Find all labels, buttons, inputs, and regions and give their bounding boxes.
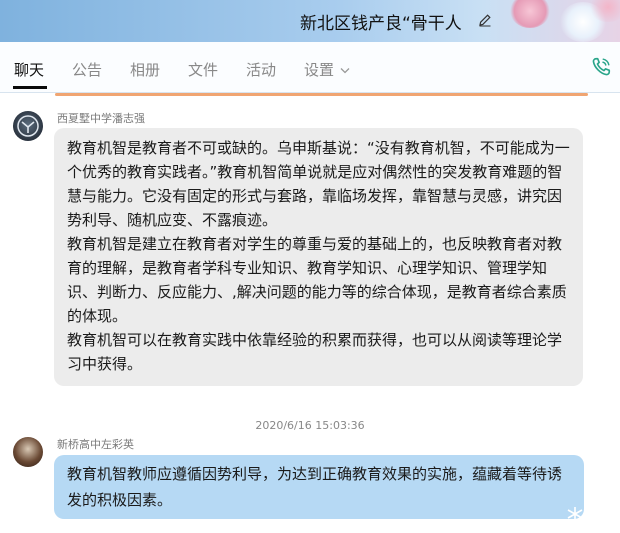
chat-area[interactable]: 西夏墅中学潘志强 教育机智是教育者不可或缺的。乌申斯基说：“没有教育机智，不可能… [0, 96, 620, 533]
tab-chat[interactable]: 聊天 [14, 59, 44, 80]
sender-name[interactable]: 西夏墅中学潘志强 [57, 110, 145, 126]
decor-flower [510, 0, 550, 28]
snowflake-decoration-icon [567, 507, 583, 521]
message-paragraph: 教育机智是建立在教育者对学生的尊重与爱的基础上的，也反映教育者对教育的理解，是教… [67, 235, 567, 325]
avatar-emblem-icon [17, 115, 39, 137]
message-timestamp: 2020/6/16 15:03:36 [255, 419, 365, 432]
tab-settings-label: 设置 [304, 61, 335, 79]
tab-announcements[interactable]: 公告 [72, 59, 102, 80]
group-title[interactable]: 新北区钱产良“骨干人 [300, 9, 462, 34]
message-paragraph: 教育机智可以在教育实践中依靠经验的积累而获得，也可以从阅读等理论学习中获得。 [67, 331, 563, 373]
tab-activities[interactable]: 活动 [246, 59, 276, 80]
message-paragraph: 教育机智是教育者不可或缺的。乌申斯基说：“没有教育机智，不可能成为一个优秀的教育… [67, 139, 570, 229]
message-text: 教育机智教师应遵循因势利导，为达到正确教育效果的实施，蕴藏着等待诱发的积极因素。 [67, 465, 563, 509]
phone-icon[interactable] [590, 56, 612, 78]
sender-name[interactable]: 新桥高中左彩英 [57, 436, 134, 452]
tab-bar: 聊天 公告 相册 文件 活动 设置 [0, 42, 620, 93]
pencil-icon[interactable] [478, 13, 492, 27]
message-bubble[interactable]: 教育机智教师应遵循因势利导，为达到正确教育效果的实施，蕴藏着等待诱发的积极因素。 [54, 455, 584, 521]
tab-settings[interactable]: 设置 [304, 59, 350, 80]
tab-album[interactable]: 相册 [130, 59, 160, 80]
chevron-down-icon [340, 68, 350, 74]
avatar[interactable] [13, 111, 43, 141]
title-bar: 新北区钱产良“骨干人 [0, 0, 620, 42]
active-tab-indicator [13, 86, 47, 89]
avatar[interactable] [13, 437, 43, 467]
message-bubble[interactable]: 教育机智是教育者不可或缺的。乌申斯基说：“没有教育机智，不可能成为一个优秀的教育… [54, 128, 583, 386]
tab-files[interactable]: 文件 [188, 59, 218, 80]
